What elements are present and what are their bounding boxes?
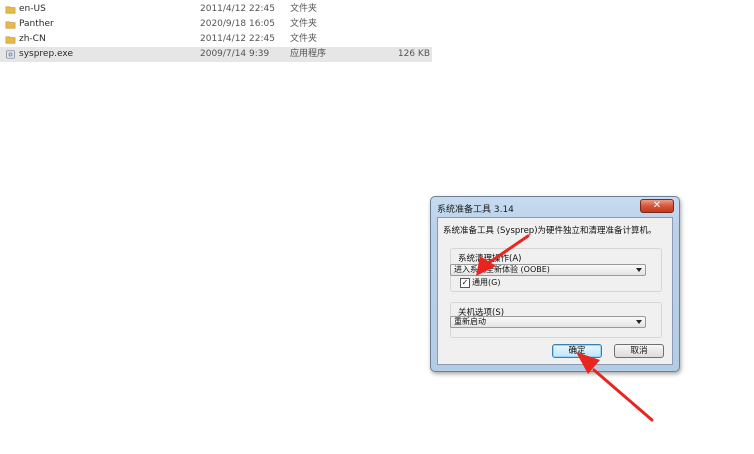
file-row-selected[interactable]: sysprep.exe 2009/7/14 9:39 应用程序 126 KB: [0, 47, 432, 62]
file-row[interactable]: en-US 2011/4/12 22:45 文件夹: [0, 2, 432, 17]
file-type: 文件夹: [290, 34, 318, 44]
cleanup-action-select[interactable]: 进入系统全新体验 (OOBE): [450, 264, 646, 276]
file-size: 126 KB: [397, 49, 430, 59]
file-name: zh-CN: [19, 34, 46, 44]
file-name: sysprep.exe: [19, 49, 73, 59]
file-date: 2011/4/12 22:45: [200, 34, 275, 44]
file-name: Panther: [19, 19, 54, 29]
chevron-down-icon: [636, 268, 642, 272]
exe-icon: [6, 50, 15, 59]
dialog-title: 系统准备工具 3.14: [437, 205, 514, 215]
file-date: 2011/4/12 22:45: [200, 4, 275, 14]
sysprep-dialog: 系统准备工具 3.14 ✕ 系统准备工具 (Sysprep)为硬件独立和清理准备…: [430, 196, 680, 372]
cleanup-label: 系统清理操作(A): [458, 254, 522, 264]
cancel-button[interactable]: 取消: [614, 344, 664, 358]
folder-icon: [5, 21, 16, 29]
close-button[interactable]: ✕: [640, 199, 674, 213]
file-date: 2009/7/14 9:39: [200, 49, 270, 59]
ok-button[interactable]: 确定: [552, 344, 602, 358]
file-type: 文件夹: [290, 19, 318, 29]
shutdown-options-select[interactable]: 重新启动: [450, 316, 646, 328]
close-icon: ✕: [652, 200, 662, 211]
file-date: 2020/9/18 16:05: [200, 19, 275, 29]
file-name: en-US: [19, 4, 46, 14]
file-type: 文件夹: [290, 4, 318, 14]
cleanup-action-value: 进入系统全新体验 (OOBE): [454, 265, 550, 274]
file-row[interactable]: Panther 2020/9/18 16:05 文件夹: [0, 17, 432, 32]
folder-icon: [5, 6, 16, 14]
file-type: 应用程序: [290, 49, 327, 59]
folder-icon: [5, 36, 16, 44]
file-list: en-US 2011/4/12 22:45 文件夹 Panther 2020/9…: [0, 2, 432, 62]
file-row[interactable]: zh-CN 2011/4/12 22:45 文件夹: [0, 32, 432, 47]
shutdown-options-value: 重新启动: [454, 317, 486, 326]
dialog-body: 系统准备工具 (Sysprep)为硬件独立和清理准备计算机。 系统清理操作(A)…: [437, 217, 673, 365]
chevron-down-icon: [636, 320, 642, 324]
generalize-checkbox[interactable]: ✓: [460, 278, 470, 288]
generalize-label: 通用(G): [472, 278, 501, 287]
dialog-description: 系统准备工具 (Sysprep)为硬件独立和清理准备计算机。: [443, 226, 657, 236]
